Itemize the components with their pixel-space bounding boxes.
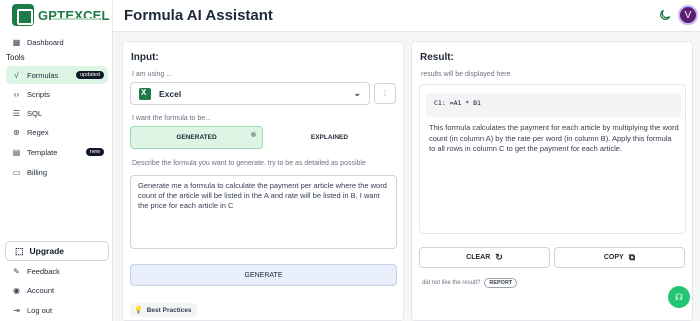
code-icon: ‹›: [13, 89, 20, 99]
tab-generated[interactable]: GENERATED: [130, 126, 263, 149]
sidebar-item-label: Scripts: [27, 89, 50, 99]
sidebar-item-template[interactable]: ▤ Template new: [6, 143, 108, 161]
best-practices-label: Best Practices: [146, 306, 192, 314]
dashboard-icon: ▦: [12, 37, 21, 47]
sidebar-item-regex[interactable]: ⊛ Regex: [6, 123, 108, 141]
sidebar-item-label: Account: [27, 285, 55, 295]
result-hint: results will be displayed here: [421, 71, 511, 78]
describe-label: Describe the formula you want to generat…: [132, 160, 366, 167]
database-icon: ☰: [12, 108, 21, 118]
app-select-value: Excel: [159, 88, 182, 99]
template-icon: ▤: [12, 147, 21, 157]
headset-icon: ☊: [675, 291, 683, 302]
sidebar-item-account[interactable]: ◉ Account: [6, 281, 108, 299]
tab-explained[interactable]: EXPLAINED: [263, 126, 396, 149]
sliders-icon: ⫶: [384, 88, 386, 98]
formula-code[interactable]: C1: =A1 * B1: [426, 93, 681, 117]
copy-icon: ⧉: [628, 252, 636, 262]
upgrade-button[interactable]: ⬚ Upgrade: [5, 241, 109, 261]
dark-mode-moon-icon[interactable]: [658, 8, 672, 22]
sidebar-item-label: SQL: [27, 108, 43, 118]
app-select[interactable]: Excel ⌄: [130, 82, 370, 105]
input-panel: Input: I am using ... Excel ⌄ ⫶ I want t…: [122, 41, 404, 321]
report-button[interactable]: REPORT: [484, 278, 518, 288]
generate-button[interactable]: GENERATE: [130, 264, 397, 286]
result-panel: Result: results will be displayed here C…: [411, 41, 693, 321]
sidebar-item-feedback[interactable]: ✎ Feedback: [6, 262, 108, 280]
sidebar-item-billing[interactable]: ▭ Billing: [6, 163, 108, 181]
top-header: Formula AI Assistant V: [113, 0, 700, 32]
sidebar-item-dashboard[interactable]: ▦ Dashboard: [6, 33, 108, 51]
account-icon: ◉: [13, 285, 20, 295]
sidebar-item-label: Log out: [27, 305, 53, 315]
avatar[interactable]: V: [678, 5, 698, 25]
formula-explanation: This formula calculates the payment for …: [429, 123, 679, 153]
upgrade-label: Upgrade: [29, 246, 64, 256]
using-label: I am using ...: [132, 71, 173, 78]
sidebar-item-label: Dashboard: [27, 37, 64, 47]
settings-sliders-button[interactable]: ⫶: [374, 83, 396, 104]
tab-label: EXPLAINED: [310, 134, 349, 141]
result-panel-title: Result:: [420, 52, 454, 63]
chevron-down-icon: ⌄: [353, 88, 361, 98]
regex-icon: ⊛: [13, 127, 20, 137]
lightbulb-icon: 💡: [134, 307, 143, 314]
input-panel-title: Input:: [131, 52, 159, 63]
support-chat-button[interactable]: ☊: [668, 286, 690, 308]
logo-underline: [52, 18, 100, 20]
sidebar-item-logout[interactable]: ⇥ Log out: [6, 301, 108, 319]
excel-icon: [139, 87, 151, 100]
sidebar-item-label: Template: [27, 147, 58, 157]
best-practices-button[interactable]: 💡 Best Practices: [130, 303, 197, 317]
feedback-icon: ✎: [13, 266, 20, 276]
reset-icon: ↻: [495, 252, 503, 262]
result-feedback: did not like the result? REPORT: [422, 278, 518, 288]
upgrade-icon: ⬚: [15, 245, 24, 256]
clear-button[interactable]: CLEAR ↻: [419, 247, 550, 268]
sidebar-item-label: Feedback: [27, 266, 60, 276]
clear-label: CLEAR: [466, 254, 491, 261]
sidebar-item-label: Formulas: [27, 70, 59, 80]
billing-icon: ▭: [12, 167, 21, 177]
copy-button[interactable]: COPY ⧉: [554, 247, 685, 268]
sidebar-item-formulas[interactable]: √ Formulas updated: [6, 66, 108, 84]
new-badge: new: [85, 148, 104, 156]
dislike-text: did not like the result?: [422, 280, 481, 286]
updated-badge: updated: [76, 71, 104, 79]
brand-name: GPTEXCEL: [38, 7, 110, 23]
gptexcel-logo-icon: [12, 4, 34, 26]
tab-label: GENERATED: [176, 134, 217, 141]
want-label: I want the formula to be...: [132, 115, 211, 122]
tools-section-label: Tools: [6, 53, 25, 62]
page-title: Formula AI Assistant: [124, 7, 273, 24]
formula-description-textarea[interactable]: Generate me a formula to calculate the p…: [130, 175, 397, 249]
logo[interactable]: GPTEXCEL: [12, 4, 110, 26]
status-dot-icon: [251, 132, 256, 137]
formula-icon: √: [14, 70, 19, 80]
sidebar-item-sql[interactable]: ☰ SQL: [6, 104, 108, 122]
sidebar-item-label: Billing: [27, 167, 48, 177]
sidebar-item-scripts[interactable]: ‹› Scripts: [6, 85, 108, 103]
logout-icon: ⇥: [13, 305, 20, 315]
result-box: C1: =A1 * B1 This formula calculates the…: [419, 84, 686, 234]
sidebar: GPTEXCEL ▦ Dashboard Tools √ Formulas up…: [0, 0, 113, 321]
sidebar-item-label: Regex: [27, 127, 49, 137]
copy-label: COPY: [603, 254, 624, 261]
